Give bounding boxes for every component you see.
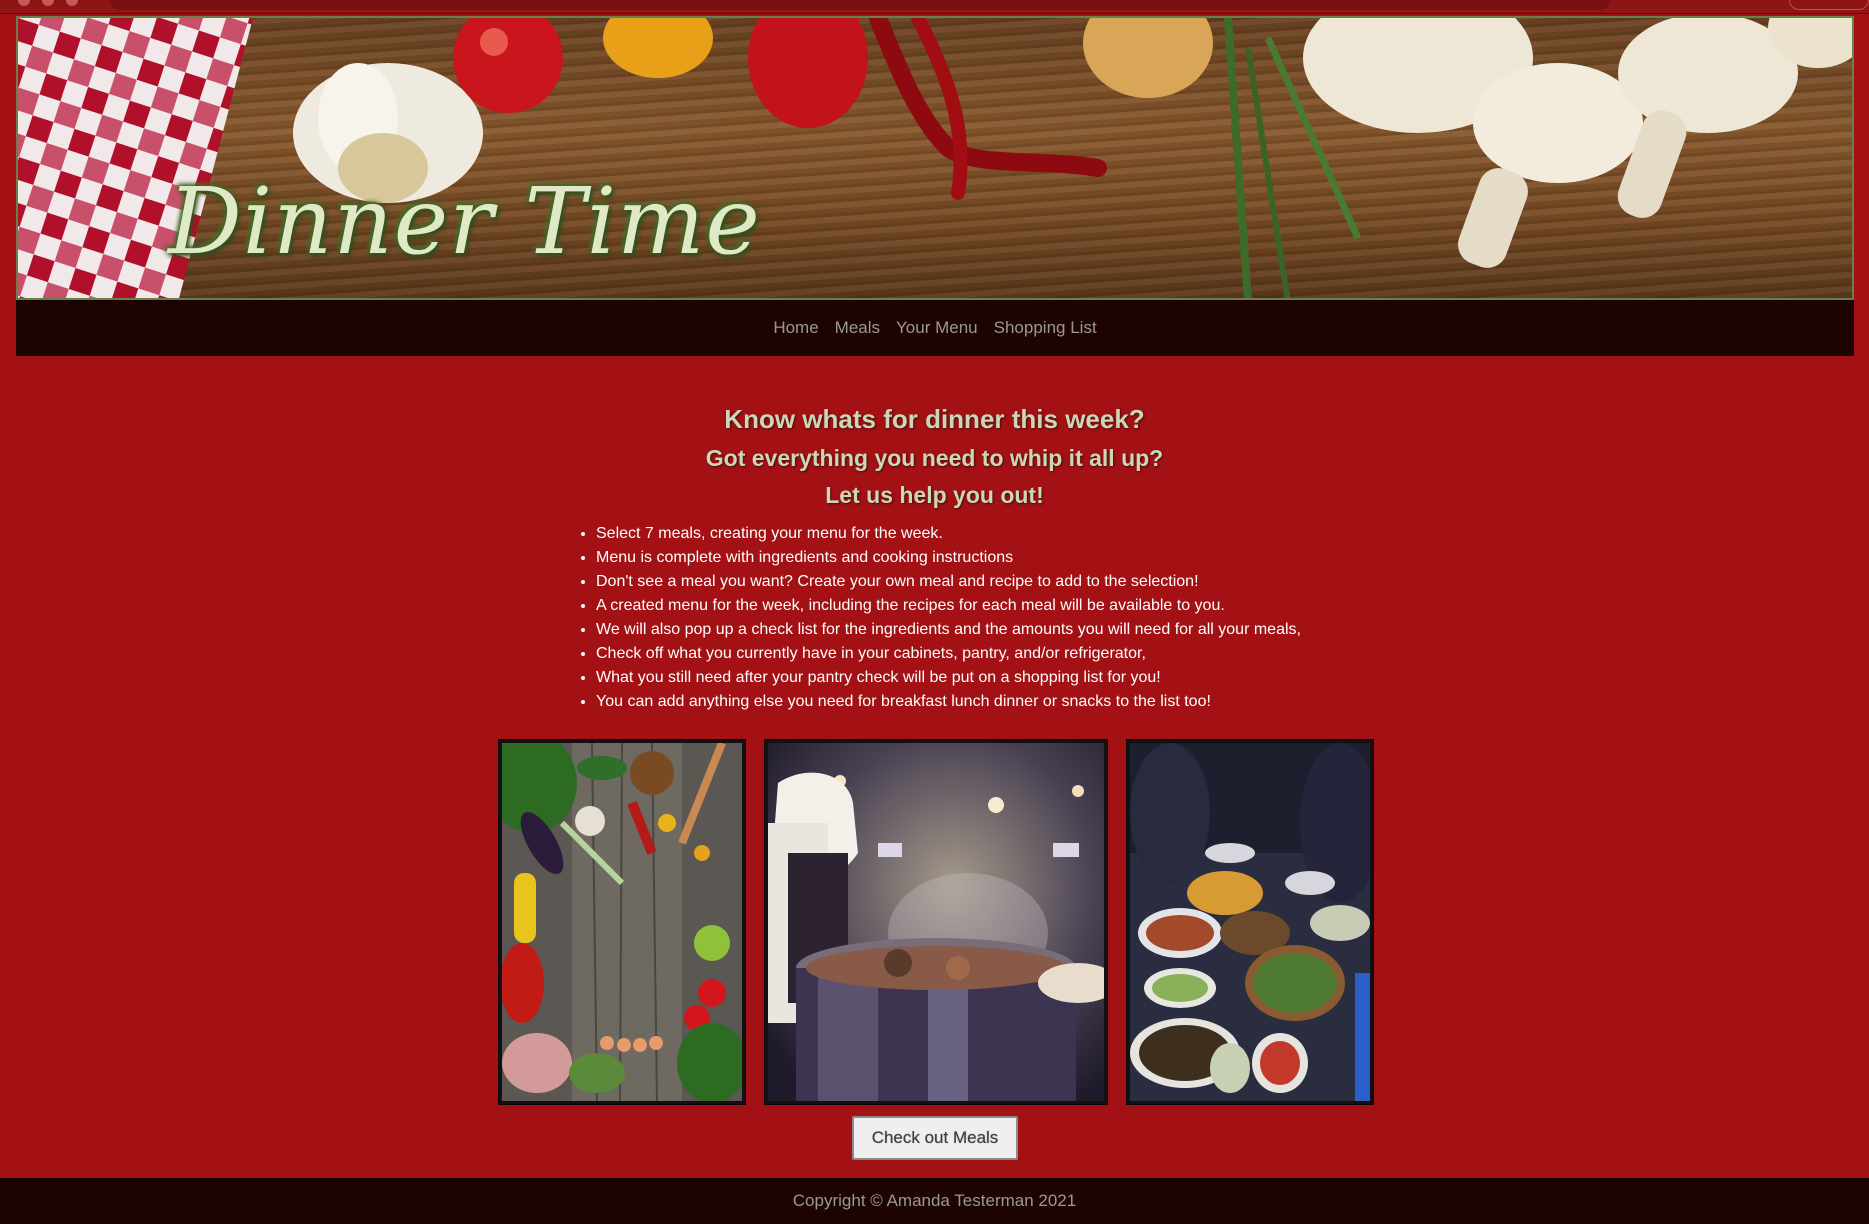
copyright-text: Copyright © Amanda Testerman 2021 xyxy=(792,1191,1077,1210)
hero-heading: Know whats for dinner this week? xyxy=(724,404,1145,434)
hero-subheading: Got everything you need to whip it all u… xyxy=(705,445,1164,471)
main-navbar: Home Meals Your Menu Shopping List xyxy=(16,300,1854,356)
window-minimize-icon[interactable] xyxy=(42,0,54,6)
feature-list: Select 7 meals, creating your menu for t… xyxy=(596,522,1356,714)
site-title: Dinner Time xyxy=(168,168,761,275)
buffet-photo xyxy=(1126,739,1374,1105)
address-bar[interactable] xyxy=(110,0,1610,10)
list-item: Menu is complete with ingredients and co… xyxy=(596,546,1356,570)
list-item: A created menu for the week, including t… xyxy=(596,594,1356,618)
nav-your-menu[interactable]: Your Menu xyxy=(896,318,978,338)
list-item: Check off what you currently have in you… xyxy=(596,642,1356,666)
vegetables-photo xyxy=(498,739,746,1105)
list-item: Don't see a meal you want? Create your o… xyxy=(596,570,1356,594)
hero-tagline: Let us help you out! xyxy=(825,482,1044,508)
profile-button[interactable] xyxy=(1789,0,1869,10)
list-item: We will also pop up a check list for the… xyxy=(596,618,1356,642)
browser-chrome xyxy=(0,0,1869,14)
nav-shopping-list[interactable]: Shopping List xyxy=(994,318,1097,338)
window-close-icon[interactable] xyxy=(18,0,30,6)
check-out-meals-button[interactable]: Check out Meals xyxy=(852,1116,1018,1160)
list-item: Select 7 meals, creating your menu for t… xyxy=(596,522,1356,546)
list-item: What you still need after your pantry ch… xyxy=(596,666,1356,690)
header-banner: Dinner Time xyxy=(16,16,1854,300)
hero-section: Know whats for dinner this week? Got eve… xyxy=(0,404,1869,519)
window-zoom-icon[interactable] xyxy=(66,0,78,6)
list-item: You can add anything else you need for b… xyxy=(596,690,1356,714)
chef-cooking-photo xyxy=(764,739,1108,1105)
nav-meals[interactable]: Meals xyxy=(835,318,880,338)
footer: Copyright © Amanda Testerman 2021 xyxy=(0,1178,1869,1224)
nav-home[interactable]: Home xyxy=(773,318,818,338)
